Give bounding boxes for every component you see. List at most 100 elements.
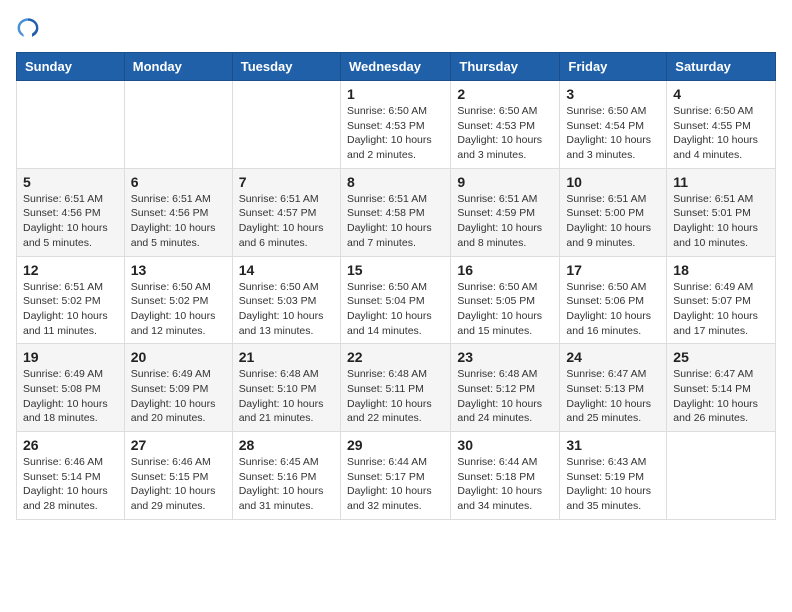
day-cell bbox=[232, 81, 340, 169]
day-number: 7 bbox=[239, 174, 334, 190]
day-cell: 28Sunrise: 6:45 AM Sunset: 5:16 PM Dayli… bbox=[232, 432, 340, 520]
day-cell bbox=[124, 81, 232, 169]
day-cell: 9Sunrise: 6:51 AM Sunset: 4:59 PM Daylig… bbox=[451, 168, 560, 256]
weekday-header-friday: Friday bbox=[560, 53, 667, 81]
day-cell: 31 Sunrise: 6:43 AM Sunset: 5:19 PM Dayli… bbox=[560, 432, 667, 520]
day-cell: 2 Sunrise: 6:50 AM Sunset: 4:53 PM Daylig… bbox=[451, 81, 560, 169]
day-info: Sunrise: 6:50 AM Sunset: 5:05 PM Dayligh… bbox=[457, 280, 553, 339]
day-info: Sunrise: 6:43 AM Sunset: 5:19 PM Dayligh… bbox=[566, 455, 660, 514]
day-number: 29 bbox=[347, 437, 444, 453]
day-number: 8 bbox=[347, 174, 444, 190]
day-number: 21 bbox=[239, 349, 334, 365]
day-info: Sunrise: 6:50 AM Sunset: 5:02 PM Dayligh… bbox=[131, 280, 226, 339]
day-cell: 30 Sunrise: 6:44 AM Sunset: 5:18 PM Dayli… bbox=[451, 432, 560, 520]
day-cell: 27Sunrise: 6:46 AM Sunset: 5:15 PM Dayli… bbox=[124, 432, 232, 520]
day-number: 13 bbox=[131, 262, 226, 278]
page-header bbox=[16, 16, 776, 40]
day-info: Sunrise: 6:48 AM Sunset: 5:10 PM Dayligh… bbox=[239, 367, 334, 426]
day-cell: 5Sunrise: 6:51 AM Sunset: 4:56 PM Daylig… bbox=[17, 168, 125, 256]
weekday-header-wednesday: Wednesday bbox=[340, 53, 450, 81]
weekday-header-tuesday: Tuesday bbox=[232, 53, 340, 81]
day-cell: 12Sunrise: 6:51 AM Sunset: 5:02 PM Dayli… bbox=[17, 256, 125, 344]
day-info: Sunrise: 6:51 AM Sunset: 5:00 PM Dayligh… bbox=[566, 192, 660, 251]
day-info: Sunrise: 6:44 AM Sunset: 5:18 PM Dayligh… bbox=[457, 455, 553, 514]
day-number: 11 bbox=[673, 174, 769, 190]
day-number: 25 bbox=[673, 349, 769, 365]
day-info: Sunrise: 6:50 AM Sunset: 4:53 PM Dayligh… bbox=[347, 104, 444, 163]
day-cell: 14 Sunrise: 6:50 AM Sunset: 5:03 PM Dayli… bbox=[232, 256, 340, 344]
day-number: 3 bbox=[566, 86, 660, 102]
day-info: Sunrise: 6:46 AM Sunset: 5:14 PM Dayligh… bbox=[23, 455, 118, 514]
day-number: 14 bbox=[239, 262, 334, 278]
day-cell: 25 Sunrise: 6:47 AM Sunset: 5:14 PM Dayli… bbox=[667, 344, 776, 432]
weekday-header-saturday: Saturday bbox=[667, 53, 776, 81]
day-number: 16 bbox=[457, 262, 553, 278]
day-number: 18 bbox=[673, 262, 769, 278]
day-number: 19 bbox=[23, 349, 118, 365]
day-info: Sunrise: 6:45 AM Sunset: 5:16 PM Dayligh… bbox=[239, 455, 334, 514]
day-info: Sunrise: 6:49 AM Sunset: 5:07 PM Dayligh… bbox=[673, 280, 769, 339]
day-number: 20 bbox=[131, 349, 226, 365]
day-info: Sunrise: 6:51 AM Sunset: 5:02 PM Dayligh… bbox=[23, 280, 118, 339]
day-cell: 29Sunrise: 6:44 AM Sunset: 5:17 PM Dayli… bbox=[340, 432, 450, 520]
day-info: Sunrise: 6:47 AM Sunset: 5:13 PM Dayligh… bbox=[566, 367, 660, 426]
day-cell bbox=[667, 432, 776, 520]
day-cell: 8 Sunrise: 6:51 AM Sunset: 4:58 PM Daylig… bbox=[340, 168, 450, 256]
day-number: 22 bbox=[347, 349, 444, 365]
day-number: 27 bbox=[131, 437, 226, 453]
day-info: Sunrise: 6:47 AM Sunset: 5:14 PM Dayligh… bbox=[673, 367, 769, 426]
day-cell: 11Sunrise: 6:51 AM Sunset: 5:01 PM Dayli… bbox=[667, 168, 776, 256]
day-cell: 22 Sunrise: 6:48 AM Sunset: 5:11 PM Dayli… bbox=[340, 344, 450, 432]
day-cell: 24 Sunrise: 6:47 AM Sunset: 5:13 PM Dayli… bbox=[560, 344, 667, 432]
day-info: Sunrise: 6:50 AM Sunset: 4:53 PM Dayligh… bbox=[457, 104, 553, 163]
day-cell: 6Sunrise: 6:51 AM Sunset: 4:56 PM Daylig… bbox=[124, 168, 232, 256]
day-info: Sunrise: 6:51 AM Sunset: 4:58 PM Dayligh… bbox=[347, 192, 444, 251]
logo-icon bbox=[16, 16, 40, 40]
day-cell: 1 Sunrise: 6:50 AM Sunset: 4:53 PM Daylig… bbox=[340, 81, 450, 169]
day-cell bbox=[17, 81, 125, 169]
day-number: 5 bbox=[23, 174, 118, 190]
day-number: 10 bbox=[566, 174, 660, 190]
day-info: Sunrise: 6:48 AM Sunset: 5:12 PM Dayligh… bbox=[457, 367, 553, 426]
day-number: 1 bbox=[347, 86, 444, 102]
week-row-5: 26 Sunrise: 6:46 AM Sunset: 5:14 PM Dayli… bbox=[17, 432, 776, 520]
day-number: 26 bbox=[23, 437, 118, 453]
day-cell: 4Sunrise: 6:50 AM Sunset: 4:55 PM Daylig… bbox=[667, 81, 776, 169]
day-cell: 10 Sunrise: 6:51 AM Sunset: 5:00 PM Dayli… bbox=[560, 168, 667, 256]
day-number: 24 bbox=[566, 349, 660, 365]
week-row-2: 5 Sunrise: 6:51 AM Sunset: 4:56 PM Daylig… bbox=[17, 168, 776, 256]
day-number: 15 bbox=[347, 262, 444, 278]
day-cell: 18 Sunrise: 6:49 AM Sunset: 5:07 PM Dayli… bbox=[667, 256, 776, 344]
day-number: 31 bbox=[566, 437, 660, 453]
day-cell: 17Sunrise: 6:50 AM Sunset: 5:06 PM Dayli… bbox=[560, 256, 667, 344]
day-number: 30 bbox=[457, 437, 553, 453]
day-cell: 21 Sunrise: 6:48 AM Sunset: 5:10 PM Dayli… bbox=[232, 344, 340, 432]
weekday-header-monday: Monday bbox=[124, 53, 232, 81]
day-cell: 16 Sunrise: 6:50 AM Sunset: 5:05 PM Dayli… bbox=[451, 256, 560, 344]
day-cell: 13 Sunrise: 6:50 AM Sunset: 5:02 PM Dayli… bbox=[124, 256, 232, 344]
day-cell: 19 Sunrise: 6:49 AM Sunset: 5:08 PM Dayli… bbox=[17, 344, 125, 432]
day-info: Sunrise: 6:49 AM Sunset: 5:09 PM Dayligh… bbox=[131, 367, 226, 426]
day-info: Sunrise: 6:51 AM Sunset: 4:56 PM Dayligh… bbox=[131, 192, 226, 251]
day-cell: 15 Sunrise: 6:50 AM Sunset: 5:04 PM Dayli… bbox=[340, 256, 450, 344]
logo bbox=[16, 16, 44, 40]
weekday-header-thursday: Thursday bbox=[451, 53, 560, 81]
week-row-1: 1 Sunrise: 6:50 AM Sunset: 4:53 PM Daylig… bbox=[17, 81, 776, 169]
weekday-header-row: SundayMondayTuesdayWednesdayThursdayFrid… bbox=[17, 53, 776, 81]
day-cell: 3 Sunrise: 6:50 AM Sunset: 4:54 PM Daylig… bbox=[560, 81, 667, 169]
day-number: 2 bbox=[457, 86, 553, 102]
day-info: Sunrise: 6:51 AM Sunset: 4:57 PM Dayligh… bbox=[239, 192, 334, 251]
week-row-3: 12Sunrise: 6:51 AM Sunset: 5:02 PM Dayli… bbox=[17, 256, 776, 344]
day-info: Sunrise: 6:50 AM Sunset: 4:54 PM Dayligh… bbox=[566, 104, 660, 163]
day-cell: 23 Sunrise: 6:48 AM Sunset: 5:12 PM Dayli… bbox=[451, 344, 560, 432]
day-number: 9 bbox=[457, 174, 553, 190]
day-cell: 26 Sunrise: 6:46 AM Sunset: 5:14 PM Dayli… bbox=[17, 432, 125, 520]
day-number: 23 bbox=[457, 349, 553, 365]
day-info: Sunrise: 6:50 AM Sunset: 5:04 PM Dayligh… bbox=[347, 280, 444, 339]
day-info: Sunrise: 6:50 AM Sunset: 5:06 PM Dayligh… bbox=[566, 280, 660, 339]
day-info: Sunrise: 6:48 AM Sunset: 5:11 PM Dayligh… bbox=[347, 367, 444, 426]
week-row-4: 19 Sunrise: 6:49 AM Sunset: 5:08 PM Dayli… bbox=[17, 344, 776, 432]
day-info: Sunrise: 6:50 AM Sunset: 5:03 PM Dayligh… bbox=[239, 280, 334, 339]
day-cell: 20 Sunrise: 6:49 AM Sunset: 5:09 PM Dayli… bbox=[124, 344, 232, 432]
day-info: Sunrise: 6:49 AM Sunset: 5:08 PM Dayligh… bbox=[23, 367, 118, 426]
